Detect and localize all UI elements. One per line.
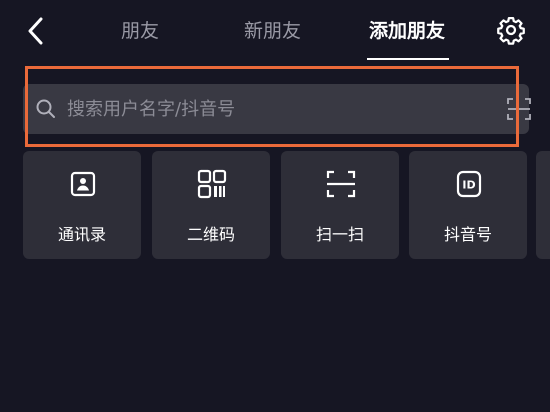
- qr-code-icon: [197, 169, 227, 199]
- search-input[interactable]: [67, 84, 467, 134]
- gear-icon: [497, 17, 525, 45]
- contacts-icon: [70, 171, 96, 197]
- chevron-left-icon: [28, 17, 43, 45]
- scan-button[interactable]: 扫一扫: [281, 151, 399, 259]
- qr-code-button[interactable]: 二维码: [152, 151, 270, 259]
- scan-icon[interactable]: [507, 98, 531, 120]
- douyin-id-button[interactable]: ID 抖音号: [409, 151, 527, 259]
- active-tab-indicator: [367, 58, 449, 60]
- settings-button[interactable]: [494, 13, 528, 47]
- partial-action-card[interactable]: [536, 151, 550, 259]
- svg-text:ID: ID: [462, 179, 475, 192]
- back-button[interactable]: [20, 14, 50, 48]
- douyin-id-label: 抖音号: [443, 225, 492, 244]
- scan-icon: [326, 170, 356, 198]
- search-icon: [36, 99, 55, 118]
- id-badge-icon: ID: [456, 170, 482, 198]
- contacts-button[interactable]: 通讯录: [23, 151, 141, 259]
- tab-new-friends[interactable]: 新朋友: [244, 16, 301, 43]
- tab-friends[interactable]: 朋友: [121, 16, 159, 43]
- top-bar: 朋友 新朋友 添加朋友: [0, 0, 550, 62]
- scan-label: 扫一扫: [315, 225, 364, 244]
- search-bar: [23, 84, 531, 134]
- tab-add-friends[interactable]: 添加朋友: [369, 16, 445, 43]
- qr-code-label: 二维码: [186, 225, 235, 244]
- contacts-label: 通讯录: [57, 225, 106, 244]
